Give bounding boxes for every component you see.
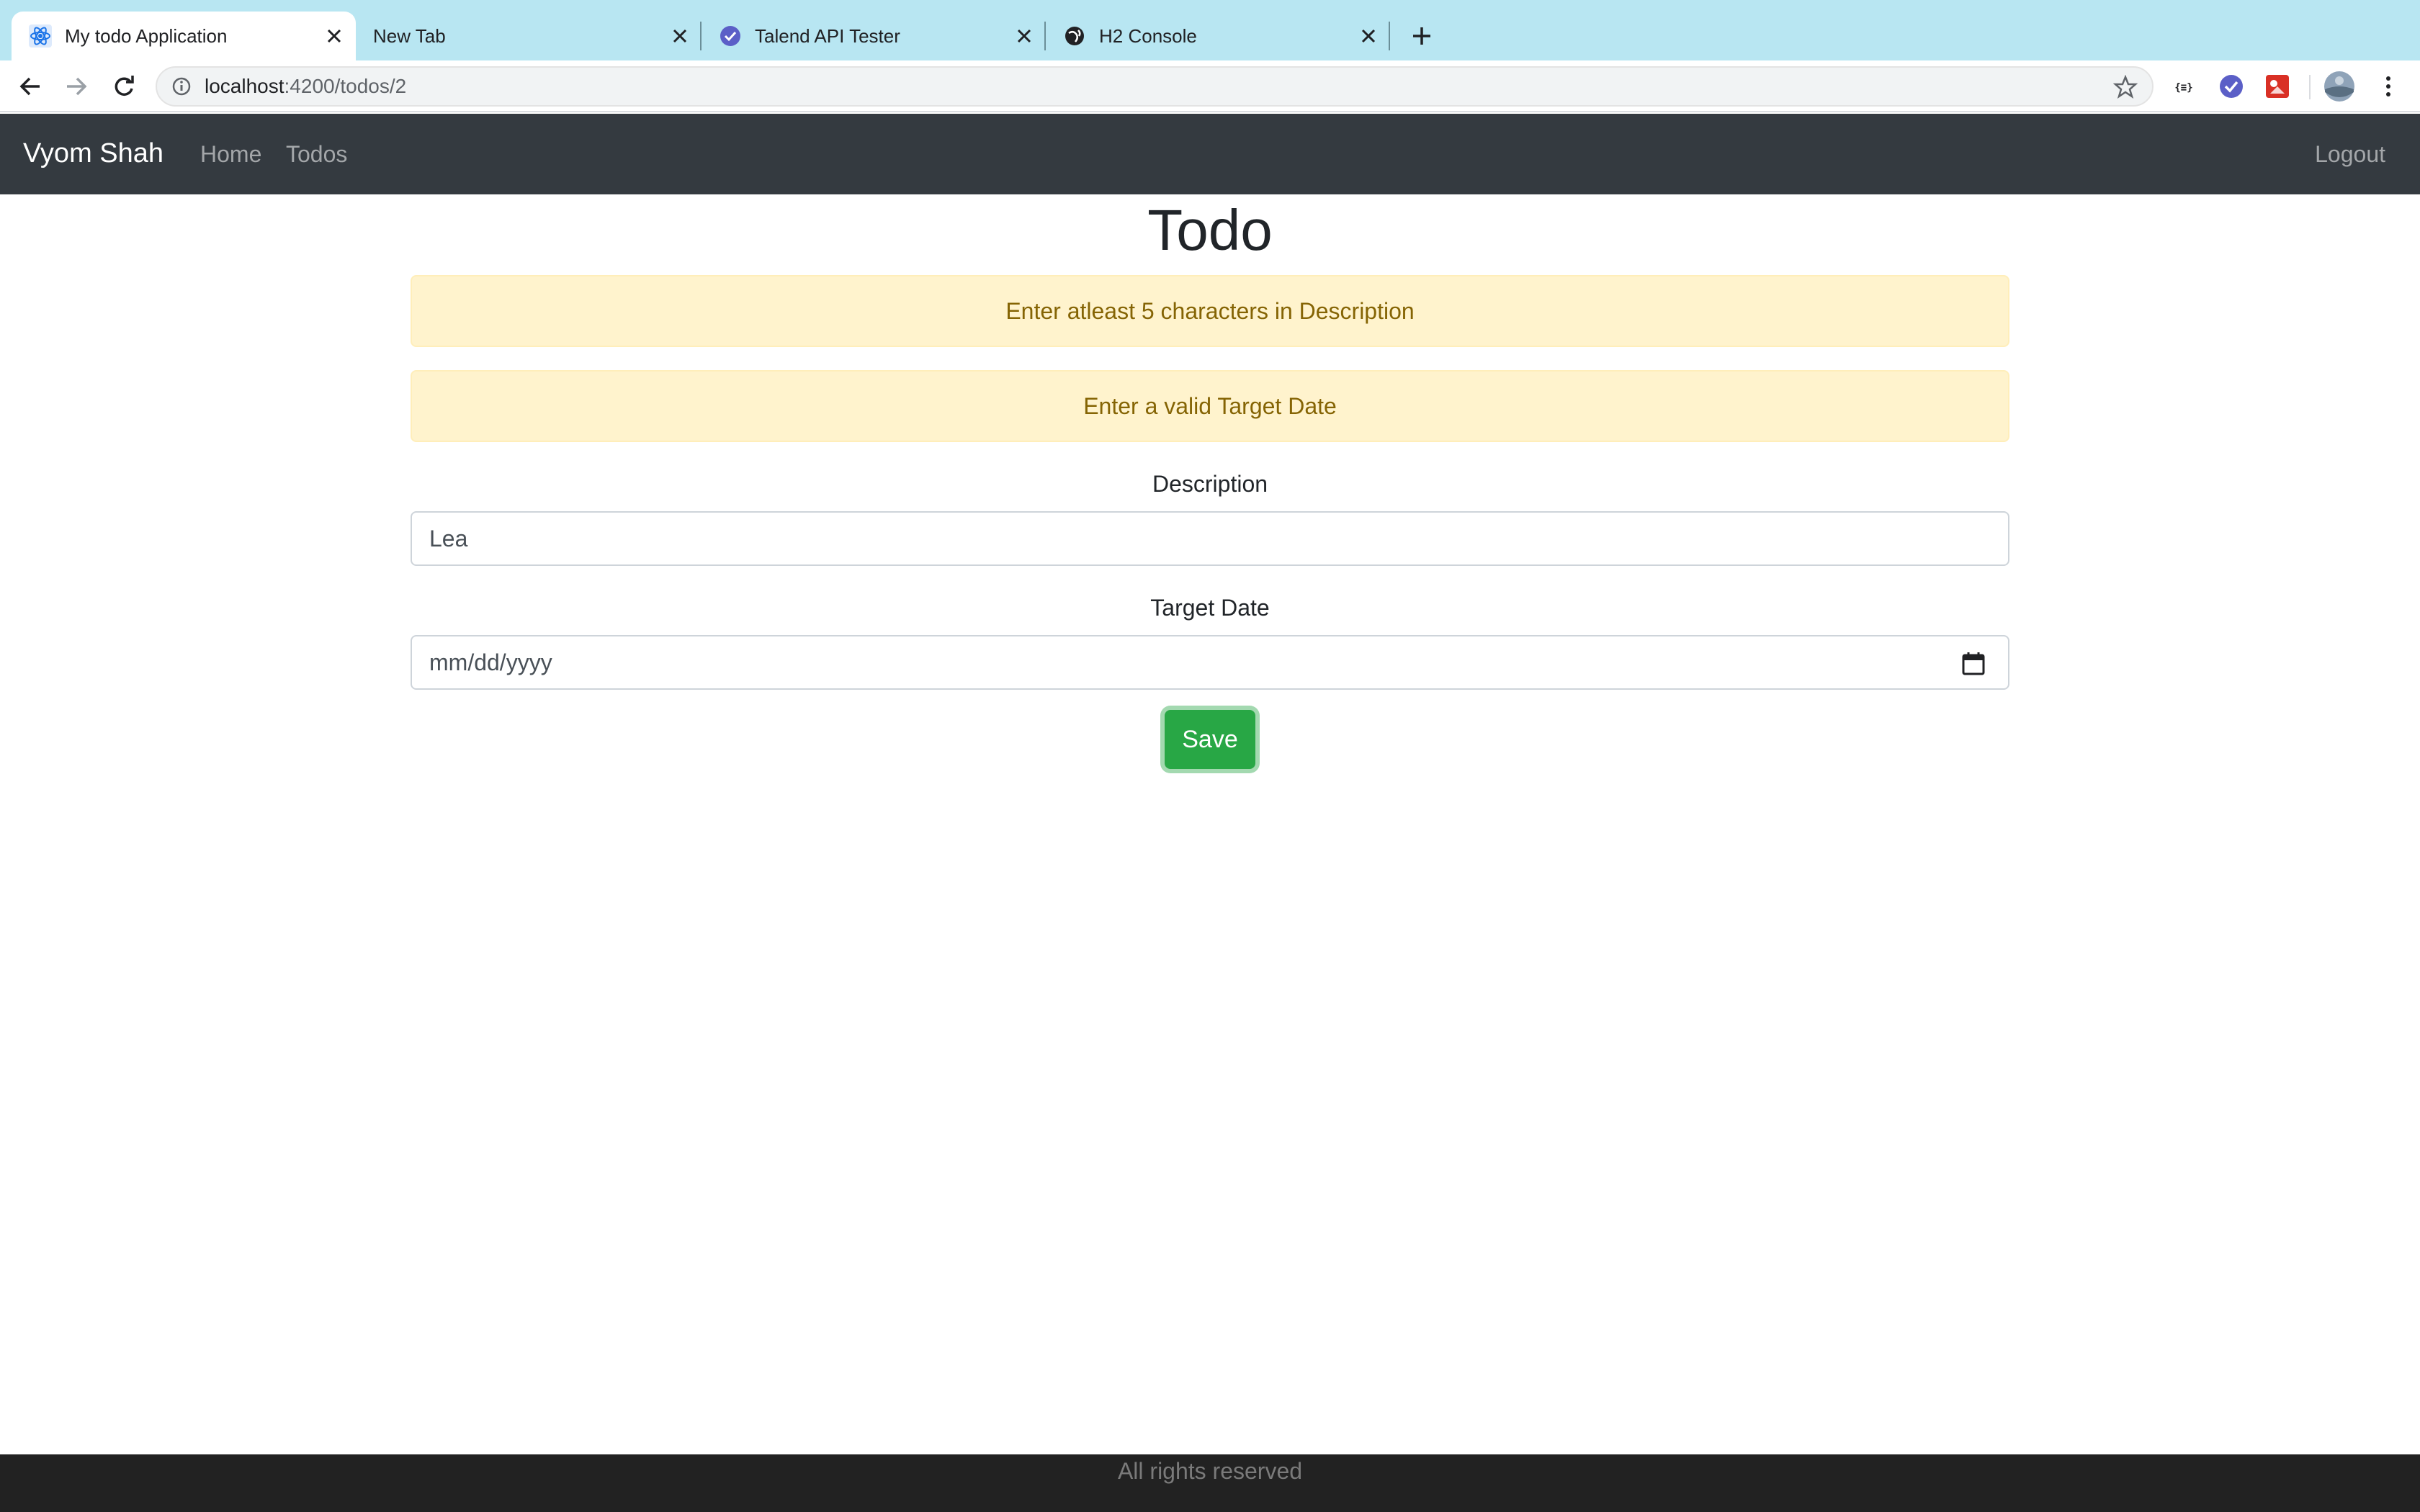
url-text: localhost:4200/todos/2	[205, 75, 407, 97]
tab-talend-api-tester[interactable]: Talend API Tester	[702, 12, 1046, 60]
close-icon[interactable]	[1010, 22, 1039, 50]
info-icon[interactable]	[171, 76, 192, 96]
tab-new-tab[interactable]: New Tab	[357, 12, 702, 60]
close-icon[interactable]	[320, 22, 349, 50]
avatar[interactable]	[2323, 71, 2355, 102]
browser-tabstrip: My todo Application New Tab Talend API T…	[0, 0, 2420, 60]
forward-button[interactable]	[60, 71, 92, 102]
address-bar[interactable]: localhost:4200/todos/2	[156, 66, 2154, 107]
tab-my-todo-application[interactable]: My todo Application	[12, 12, 356, 60]
react-icon	[29, 24, 52, 48]
toolbar-separator	[2309, 75, 2311, 99]
page-title: Todo	[1147, 198, 1273, 262]
tab-h2-console[interactable]: H2 Console	[1046, 12, 1390, 60]
star-icon[interactable]	[2113, 75, 2138, 99]
target-date-input[interactable]: mm/dd/yyyy	[411, 635, 2009, 690]
back-button[interactable]	[14, 71, 46, 102]
talend-check-icon[interactable]	[2218, 73, 2244, 99]
description-label: Description	[1152, 471, 1268, 497]
tab-title: New Tab	[373, 24, 446, 47]
nav-link-logout[interactable]: Logout	[2315, 141, 2385, 168]
talend-check-icon	[719, 24, 742, 48]
tab-title: Talend API Tester	[755, 24, 900, 47]
save-wrap: Save	[411, 710, 2009, 769]
arrow-left-icon	[19, 77, 40, 96]
plus-icon	[1413, 27, 1430, 45]
save-button[interactable]: Save	[1165, 710, 1255, 769]
alert-description-warning: Enter atleast 5 characters in Descriptio…	[411, 275, 2009, 347]
target-date-label: Target Date	[1150, 595, 1270, 621]
tab-separator	[1389, 22, 1390, 50]
browser-toolbar: localhost:4200/todos/2 {≡}	[0, 60, 2420, 112]
new-tab-button[interactable]	[1404, 19, 1439, 53]
footer-text: All rights reserved	[1117, 1458, 1303, 1484]
json-formatter-icon[interactable]: {≡}	[2171, 73, 2197, 99]
arrow-right-icon	[67, 77, 87, 96]
brand-link[interactable]: Vyom Shah	[23, 138, 163, 169]
kebab-menu-icon[interactable]	[2375, 73, 2401, 99]
svg-text:{≡}: {≡}	[2174, 82, 2192, 94]
description-input[interactable]: Lea	[411, 511, 2009, 566]
calendar-icon[interactable]	[1960, 651, 1986, 677]
todo-form-container: Todo Enter atleast 5 characters in Descr…	[411, 194, 2009, 769]
tab-title: H2 Console	[1099, 24, 1197, 47]
footer: All rights reserved	[0, 1454, 2420, 1512]
nav-link-todos[interactable]: Todos	[286, 141, 347, 168]
close-icon[interactable]	[1354, 22, 1383, 50]
close-icon[interactable]	[666, 22, 694, 50]
reload-icon	[115, 76, 134, 96]
nav-link-home[interactable]: Home	[200, 141, 261, 168]
app-navbar: Vyom Shah Home Todos Logout	[0, 114, 2420, 194]
red-extension-icon[interactable]	[2264, 73, 2290, 99]
tab-title: My todo Application	[65, 24, 228, 47]
description-value: Lea	[429, 525, 468, 552]
alert-target-date-warning: Enter a valid Target Date	[411, 370, 2009, 442]
reload-button[interactable]	[108, 71, 140, 102]
target-date-placeholder: mm/dd/yyyy	[429, 649, 552, 675]
globe-icon	[1063, 24, 1086, 48]
